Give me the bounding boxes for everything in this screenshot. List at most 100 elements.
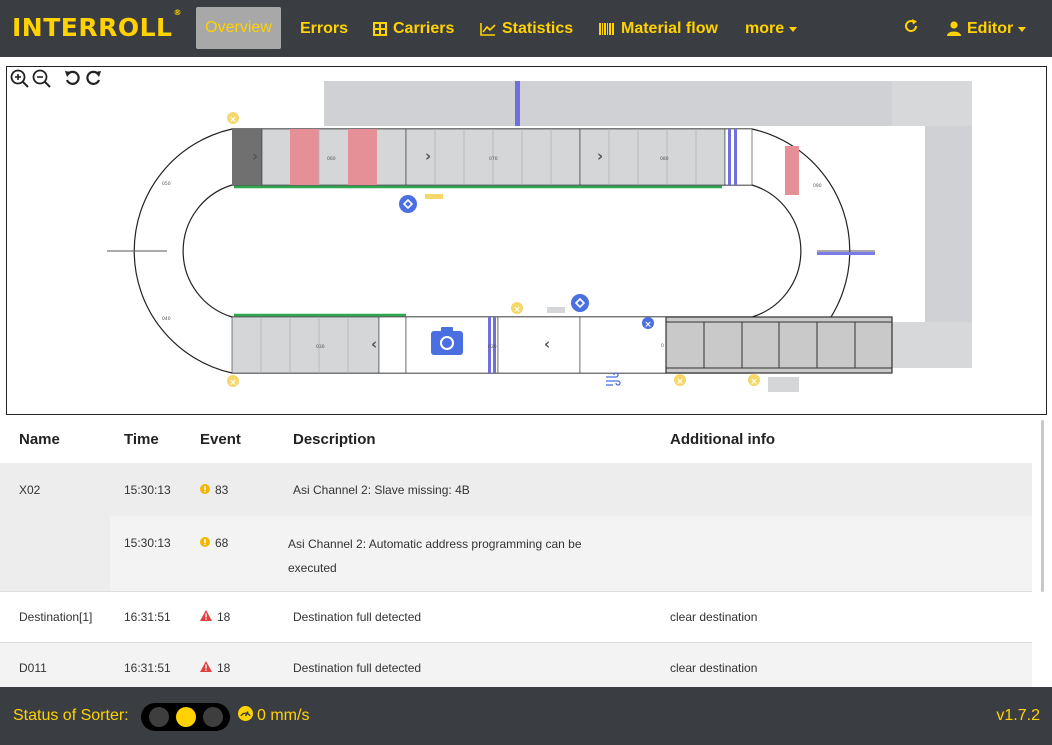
column-header-event[interactable]: Event bbox=[200, 415, 241, 463]
svg-text:×: × bbox=[750, 377, 758, 387]
chevron-down-icon bbox=[1018, 27, 1027, 32]
refresh-button[interactable] bbox=[903, 0, 919, 57]
grid-icon bbox=[373, 21, 387, 36]
barcode-icon bbox=[599, 22, 615, 36]
column-header-description[interactable]: Description bbox=[293, 415, 376, 463]
speedometer-icon bbox=[238, 706, 253, 726]
column-header-name[interactable]: Name bbox=[19, 415, 60, 463]
user-menu-editor[interactable]: Editor bbox=[947, 0, 1027, 57]
event-code: 68 bbox=[215, 535, 229, 550]
refresh-icon bbox=[903, 18, 919, 39]
traffic-light bbox=[141, 703, 230, 731]
row-description: Asi Channel 2: Slave missing: 4B bbox=[293, 482, 470, 497]
switch-icon[interactable] bbox=[571, 294, 589, 312]
row-description: Destination full detected bbox=[293, 661, 422, 675]
alert-triangle-icon bbox=[200, 661, 212, 675]
nav-more-label: more bbox=[745, 19, 785, 37]
warning-badge-icon[interactable]: × bbox=[227, 112, 239, 125]
table-scrollbar[interactable] bbox=[1041, 420, 1044, 592]
switch-icon[interactable] bbox=[399, 195, 417, 213]
svg-text:‹: ‹ bbox=[371, 335, 377, 353]
airflow-icon bbox=[606, 372, 621, 386]
segment-label: 060 bbox=[327, 156, 336, 162]
warning-icon bbox=[200, 483, 210, 497]
row-description: Asi Channel 2: Automatic address program… bbox=[288, 537, 582, 575]
nav-statistics[interactable]: Statistics bbox=[480, 0, 573, 57]
lamp-left bbox=[148, 707, 169, 727]
warning-badge-icon[interactable]: × bbox=[674, 374, 686, 387]
blue-marker bbox=[734, 129, 737, 185]
nav-carriers-label: Carriers bbox=[393, 19, 455, 37]
row-time: 16:31:51 bbox=[124, 661, 171, 675]
svg-text:×: × bbox=[229, 115, 237, 125]
logo-mark: ® bbox=[173, 7, 182, 17]
lamp-right bbox=[202, 707, 223, 727]
svg-text:›: › bbox=[425, 147, 431, 165]
nav-overview-label: Overview bbox=[205, 19, 272, 36]
segment-label: 030 bbox=[316, 344, 325, 350]
event-code: 83 bbox=[215, 482, 229, 497]
zoom-in-icon[interactable] bbox=[10, 69, 30, 89]
segment-label: 050 bbox=[162, 181, 171, 187]
warning-badge-icon[interactable]: × bbox=[227, 375, 239, 388]
grey-indicator bbox=[547, 307, 565, 313]
nav-material-flow-label: Material flow bbox=[621, 19, 718, 37]
camera-icon[interactable] bbox=[431, 327, 463, 355]
row-name: D011 bbox=[19, 661, 47, 675]
map-toolbar bbox=[10, 69, 102, 89]
nav-carriers[interactable]: Carriers bbox=[373, 0, 454, 57]
undo-icon[interactable] bbox=[64, 69, 82, 89]
user-icon bbox=[947, 21, 961, 36]
svg-text:×: × bbox=[676, 377, 684, 387]
blue-marker-top bbox=[515, 81, 520, 126]
nav-material-flow[interactable]: Material flow bbox=[599, 0, 718, 57]
zoom-out-icon[interactable] bbox=[32, 69, 52, 89]
transfer-corner bbox=[892, 81, 972, 126]
nav-statistics-label: Statistics bbox=[502, 19, 574, 37]
redo-icon[interactable] bbox=[84, 69, 102, 89]
row-time: 15:30:13 bbox=[124, 535, 171, 550]
nav-more-dropdown[interactable]: more bbox=[745, 0, 798, 57]
carrier-red-curve bbox=[785, 146, 799, 195]
event-code: 18 bbox=[217, 661, 231, 675]
line-chart-icon bbox=[480, 22, 496, 36]
row-description: Destination full detected bbox=[293, 610, 422, 624]
carrier-red bbox=[290, 129, 319, 185]
sorter-layout-diagram: › › › ‹ ‹ × × × × × × 050 060 070 080 09… bbox=[107, 81, 972, 392]
row-event: 83 bbox=[200, 463, 228, 516]
interroll-logo[interactable]: INTERROLL® bbox=[12, 8, 182, 42]
nav-errors[interactable]: Errors bbox=[300, 0, 348, 57]
svg-text:‹: ‹ bbox=[544, 335, 550, 353]
lamp-middle-yellow bbox=[175, 707, 196, 727]
segment-label: 090 bbox=[813, 183, 822, 189]
segment-label: 070 bbox=[489, 156, 498, 162]
sorter-map[interactable]: › › › ‹ ‹ × × × × × × 050 060 070 080 09… bbox=[6, 66, 1047, 415]
nav-overview[interactable]: Overview bbox=[196, 7, 281, 49]
segment-label: 040 bbox=[162, 316, 171, 322]
transfer-section-bottom-right bbox=[892, 322, 972, 368]
sorter-speed: 0 mm/s bbox=[238, 687, 309, 745]
row-time: 16:31:51 bbox=[124, 610, 171, 624]
svg-text:×: × bbox=[229, 378, 237, 388]
row-additional-info: clear destination bbox=[670, 661, 758, 675]
row-event: 18 bbox=[200, 592, 230, 642]
logo-text: INTERROLL bbox=[12, 13, 173, 42]
warning-badge-icon[interactable]: × bbox=[748, 374, 760, 387]
column-header-additional-info[interactable]: Additional info bbox=[670, 415, 775, 463]
chevron-down-icon bbox=[789, 27, 798, 32]
blue-marker-right bbox=[817, 252, 875, 255]
alert-triangle-icon bbox=[200, 610, 212, 624]
yellow-indicator bbox=[425, 194, 443, 199]
column-header-time[interactable]: Time bbox=[124, 415, 159, 463]
row-event: 18 bbox=[200, 643, 230, 693]
carrier-red bbox=[348, 129, 377, 185]
svg-text:›: › bbox=[252, 147, 258, 165]
user-menu-label: Editor bbox=[967, 19, 1014, 37]
row-additional-info: clear destination bbox=[670, 610, 758, 624]
grey-indicator bbox=[768, 377, 799, 392]
blue-marker bbox=[728, 129, 731, 185]
svg-text:×: × bbox=[513, 305, 521, 315]
row-name: X02 bbox=[19, 482, 41, 497]
segment-label: 0 bbox=[661, 343, 664, 349]
status-footer: Status of Sorter: 0 mm/s v1.7.2 bbox=[0, 687, 1052, 745]
